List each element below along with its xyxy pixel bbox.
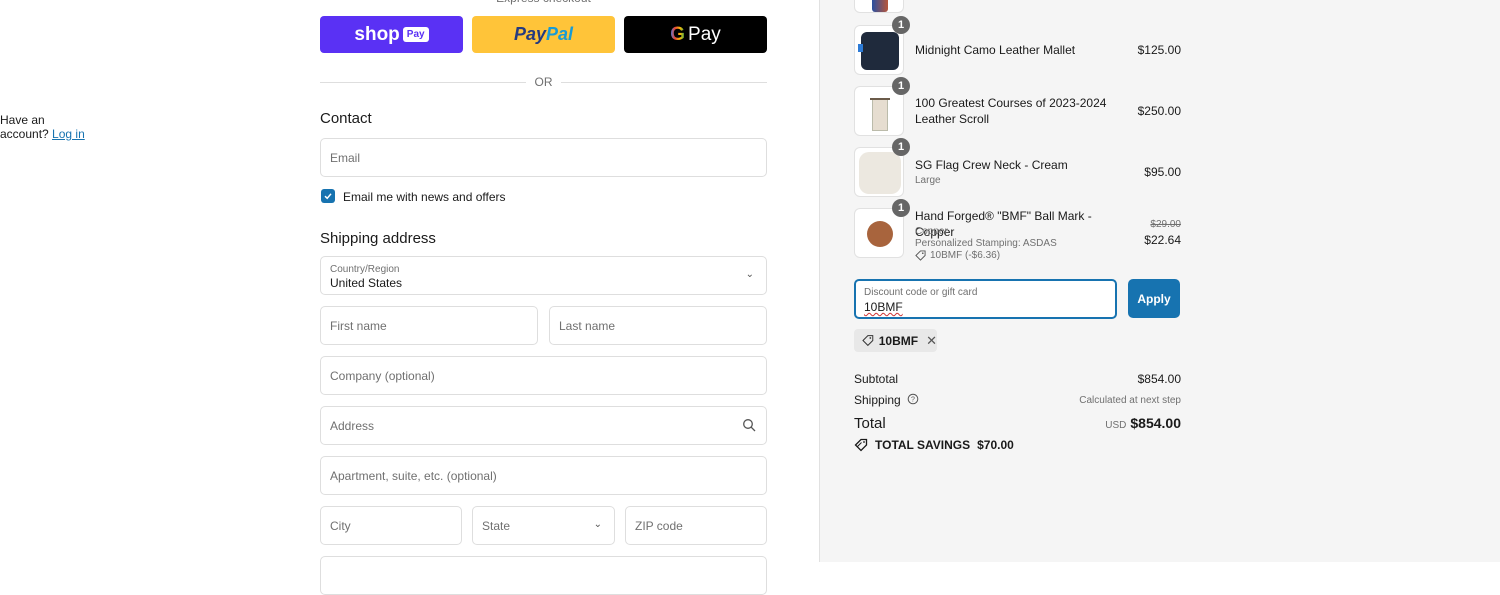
item-name: 100 Greatest Courses of 2023-2024 Leathe…: [915, 96, 1107, 126]
applied-discount-chip: 10BMF ✕: [854, 329, 937, 352]
chevron-down-icon: ⌄: [745, 269, 754, 280]
item-personalization: Personalized Stamping: ASDAS: [915, 238, 1057, 249]
item-price: $125.00: [1137, 43, 1181, 57]
cart-item: 1 Hand Forged® "BMF" Ball Mark - Copper …: [854, 199, 1181, 261]
cart-item: 1 SG Flag Crew Neck - Cream Large $95.00: [854, 138, 1181, 197]
company-field[interactable]: Company (optional): [320, 356, 767, 395]
account-prompt: Have an account? Log in: [0, 113, 86, 141]
tag-icon: [862, 335, 874, 347]
savings-label: TOTAL SAVINGS: [875, 438, 971, 452]
have-account-text: Have an account?: [0, 113, 49, 141]
item-variant: Large: [915, 175, 941, 186]
checkout-form-panel: Express checkout shopPay PayPal GPay OR …: [0, 0, 819, 595]
address-field[interactable]: Address: [320, 406, 767, 445]
paypal-logo-part1: Pay: [513, 24, 546, 44]
item-price: $22.64: [1144, 233, 1181, 247]
subtotal-row: Subtotal $854.00: [854, 372, 1181, 386]
email-placeholder: Email: [330, 151, 361, 165]
shipping-value: Calculated at next step: [1079, 395, 1181, 406]
total-row: Total USD $854.00: [854, 415, 1181, 432]
google-pay-button[interactable]: G Pay: [624, 16, 767, 53]
or-text: OR: [534, 75, 553, 89]
item-name: SG Flag Crew Neck - Cream: [915, 158, 1068, 172]
item-price: $95.00: [1144, 165, 1181, 179]
shop-pay-button[interactable]: shop Pay: [320, 16, 463, 53]
country-label: Country/Region: [330, 264, 400, 275]
applied-code: 10BMF: [878, 333, 919, 348]
apartment-field[interactable]: Apartment, suite, etc. (optional): [320, 456, 767, 495]
item-discount: 10BMF (-$6.36): [915, 250, 1000, 261]
paypal-button[interactable]: Pay Pal: [472, 16, 615, 53]
subtotal-label: Subtotal: [854, 372, 899, 386]
city-placeholder: City: [330, 519, 351, 533]
total-value: $854.00: [1130, 415, 1181, 431]
newsletter-label: Email me with news and offers: [343, 190, 506, 204]
first-name-placeholder: First name: [330, 319, 387, 333]
zip-placeholder: ZIP code: [635, 519, 683, 533]
state-select[interactable]: State ⌄: [472, 506, 615, 545]
quantity-badge: 1: [892, 77, 910, 95]
help-circle-icon[interactable]: ?: [907, 393, 919, 405]
total-amount: USD $854.00: [1105, 415, 1181, 432]
email-field[interactable]: Email: [320, 138, 767, 177]
total-savings-row: TOTAL SAVINGS $70.00: [854, 438, 1181, 452]
item-price: $250.00: [1137, 104, 1181, 118]
product-thumbnail: [854, 0, 904, 13]
first-name-field[interactable]: First name: [320, 306, 538, 345]
currency-code: USD: [1105, 420, 1127, 431]
quantity-badge: 1: [892, 199, 910, 217]
cart-item: 1 100 Greatest Courses of 2023-2024 Leat…: [854, 77, 1181, 136]
search-icon: [743, 419, 756, 432]
discount-value: 10BMF: [864, 300, 903, 314]
apartment-placeholder: Apartment, suite, etc. (optional): [330, 469, 497, 483]
savings-tag-icon: [854, 438, 868, 452]
cart-item: 1 Midnight Camo Leather Mallet $125.00: [854, 16, 1181, 75]
subtotal-value: $854.00: [1137, 372, 1181, 386]
remove-discount-icon[interactable]: ✕: [926, 333, 937, 349]
google-g-icon: G: [670, 23, 686, 45]
company-placeholder: Company (optional): [330, 369, 435, 383]
last-name-field[interactable]: Last name: [549, 306, 767, 345]
svg-text:?: ?: [911, 397, 915, 404]
shipping-row: Shipping ? Calculated at next step: [854, 393, 1181, 407]
item-name: Midnight Camo Leather Mallet: [915, 43, 1076, 57]
quantity-badge: 1: [892, 16, 910, 34]
cart-item-partial: [854, 0, 1181, 13]
item-variant: Copper: [915, 226, 948, 237]
shipping-heading: Shipping address: [320, 230, 436, 247]
chevron-down-icon: ⌄: [593, 519, 602, 530]
contact-heading: Contact: [320, 110, 372, 127]
country-value: United States: [330, 276, 403, 290]
address-placeholder: Address: [330, 419, 375, 433]
newsletter-checkbox[interactable]: [321, 189, 335, 203]
city-field[interactable]: City: [320, 506, 462, 545]
check-icon: [324, 193, 332, 200]
shipping-label: Shipping: [854, 393, 901, 407]
discount-label: Discount code or gift card: [864, 287, 978, 298]
shop-pay-logo: shop: [354, 23, 400, 45]
state-placeholder: State: [482, 519, 511, 533]
shop-pay-chip: Pay: [402, 27, 429, 42]
discount-code-input[interactable]: Discount code or gift card 10BMF: [854, 279, 1117, 319]
express-checkout-label: Express checkout: [320, 0, 767, 5]
item-discount-text: 10BMF (-$6.36): [930, 250, 1001, 261]
item-original-price: $29.00: [1150, 219, 1181, 230]
country-select[interactable]: Country/Region United States ⌄: [320, 256, 767, 295]
savings-value: $70.00: [977, 438, 1014, 452]
apply-button[interactable]: Apply: [1128, 279, 1180, 318]
tag-icon: [915, 250, 926, 261]
last-name-placeholder: Last name: [559, 319, 616, 333]
login-link[interactable]: Log in: [52, 127, 85, 141]
google-pay-label: Pay: [688, 23, 721, 45]
quantity-badge: 1: [892, 138, 910, 156]
zip-field[interactable]: ZIP code: [625, 506, 767, 545]
total-label: Total: [854, 415, 886, 432]
paypal-logo-part2: Pal: [546, 24, 574, 44]
or-divider: OR: [320, 74, 767, 90]
